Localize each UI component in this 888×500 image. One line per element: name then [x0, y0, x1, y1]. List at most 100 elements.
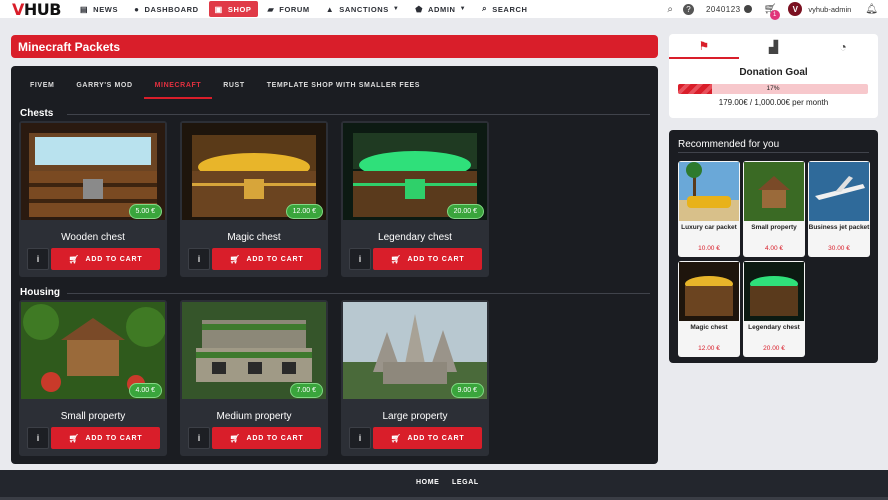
product-card: 20.00 € Legendary chest i 🛒︎ ADD TO CART: [341, 121, 489, 277]
info-button[interactable]: i: [188, 248, 210, 270]
nav-news[interactable]: ▤ NEWS: [74, 1, 124, 17]
info-button[interactable]: i: [27, 248, 49, 270]
top-navbar: VHUB ▤ NEWS ● DASHBOARD ▣ SHOP ▰ FORUM ▲ SANC…: [0, 0, 888, 20]
help-icon[interactable]: ?: [682, 3, 694, 15]
podium-icon[interactable]: ▟: [739, 34, 809, 59]
product-image: [679, 162, 739, 221]
nav-admin[interactable]: ⬟ ADMIN ▼: [409, 1, 472, 17]
divider: [67, 293, 650, 294]
cart-count-badge: 1: [769, 9, 780, 20]
recommended-item[interactable]: Business jet packet 30.00 €: [808, 161, 870, 257]
cart-icon: 🛒︎: [68, 433, 80, 443]
cart-button[interactable]: 🛒︎ 1: [764, 4, 780, 20]
product-name: Small property: [60, 411, 126, 422]
price-badge: 20.00 €: [446, 204, 484, 219]
nav-search[interactable]: ⌕ SEARCH: [476, 1, 533, 17]
price-badge: 12.00 €: [285, 204, 323, 219]
price-badge: 4.00 €: [128, 383, 162, 398]
product-name: Magic chest: [690, 324, 728, 331]
cart-icon: 🛒︎: [390, 433, 402, 443]
product-name: Legendary chest: [378, 232, 452, 243]
divider: [67, 114, 650, 115]
product-image: [744, 162, 804, 221]
category-tabs: FIVEM GARRY'S MOD MINECRAFT RUST TEMPLAT…: [19, 76, 431, 99]
recommended-item[interactable]: Small property 4.00 €: [743, 161, 805, 257]
search-icon[interactable]: ⌕: [667, 4, 673, 15]
cart-icon: 🛒︎: [390, 254, 402, 264]
avatar[interactable]: V: [788, 2, 803, 16]
search-icon: ⌕: [482, 4, 488, 13]
tab-rust[interactable]: RUST: [212, 76, 255, 99]
product-name: Small property: [751, 224, 797, 231]
shop-panel: FIVEM GARRY'S MOD MINECRAFT RUST TEMPLAT…: [11, 66, 658, 464]
product-name: Medium property: [216, 411, 292, 422]
price-badge: 7.00 €: [289, 383, 323, 398]
tab-minecraft[interactable]: MINECRAFT: [143, 76, 213, 99]
section-title-chests: Chests: [20, 108, 54, 119]
shield-icon: ⬟: [415, 4, 423, 14]
product-card: 12.00 € Magic chest i 🛒︎ ADD TO CART: [180, 121, 328, 277]
balance-value: 2040123: [705, 4, 741, 14]
info-button[interactable]: i: [349, 248, 371, 270]
product-card: 5.00 € Wooden chest i 🛒︎ ADD TO CART: [19, 121, 167, 277]
tab-fivem[interactable]: FIVEM: [19, 76, 65, 99]
recommended-item[interactable]: Legendary chest 20.00 €: [743, 261, 805, 357]
product-price: 4.00 €: [764, 245, 784, 252]
recommended-title: Recommended for you: [678, 139, 780, 150]
add-to-cart-button[interactable]: 🛒︎ ADD TO CART: [212, 427, 321, 449]
tab-template-shop[interactable]: TEMPLATE SHOP WITH SMALLER FEES: [256, 76, 431, 99]
add-to-cart-button[interactable]: 🛒︎ ADD TO CART: [51, 427, 160, 449]
donation-title: Donation Goal: [739, 67, 808, 78]
shop-icon: ▣: [214, 4, 223, 14]
flag-icon[interactable]: ⚑: [669, 34, 739, 59]
nav-forum[interactable]: ▰ FORUM: [262, 1, 316, 17]
product-name: Legendary chest: [748, 324, 800, 331]
info-button[interactable]: i: [349, 427, 371, 449]
cart-icon: 🛒︎: [68, 254, 80, 264]
product-price: 12.00 €: [698, 345, 720, 352]
price-badge: 9.00 €: [450, 383, 484, 398]
divider: [678, 152, 869, 153]
username[interactable]: vyhub-admin: [808, 5, 851, 14]
page-title: Minecraft Packets: [18, 39, 121, 54]
recommended-item[interactable]: Luxury car packet 10.00 €: [678, 161, 740, 257]
recommended-item[interactable]: Magic chest 12.00 €: [678, 261, 740, 357]
section-title-housing: Housing: [20, 287, 60, 298]
product-name: Magic chest: [227, 232, 281, 243]
add-to-cart-button[interactable]: 🛒︎ ADD TO CART: [373, 248, 482, 270]
donation-progress-bar: 17%: [678, 84, 868, 94]
nav-dashboard[interactable]: ● DASHBOARD: [128, 1, 205, 17]
add-to-cart-button[interactable]: 🛒︎ ADD TO CART: [51, 248, 160, 270]
page-title-bar: Minecraft Packets: [11, 35, 658, 58]
info-button[interactable]: i: [27, 427, 49, 449]
add-to-cart-button[interactable]: 🛒︎ ADD TO CART: [373, 427, 482, 449]
logo[interactable]: VHUB: [12, 0, 74, 19]
user-icon: ●: [134, 4, 140, 14]
coin-icon: [743, 5, 752, 13]
product-card: 4.00 € Small property i 🛒︎ ADD TO CART: [19, 300, 167, 456]
product-card: 7.00 € Medium property i 🛒︎ ADD TO CART: [180, 300, 328, 456]
price-badge: 5.00 €: [128, 204, 162, 219]
footer: HOME LEGAL: [0, 470, 888, 500]
nav-shop[interactable]: ▣ SHOP: [208, 1, 258, 17]
clock-icon[interactable]: ◔: [808, 34, 878, 59]
product-name: Large property: [382, 411, 448, 422]
donation-widget: ⚑ ▟ ◔ Donation Goal 17% 179.00€ / 1,000.…: [669, 34, 878, 118]
product-price: 20.00 €: [763, 345, 785, 352]
product-name: Wooden chest: [61, 232, 125, 243]
nav-sanctions[interactable]: ▲ SANCTIONS ▼: [320, 1, 406, 17]
footer-link-home[interactable]: HOME: [416, 479, 439, 486]
chevron-down-icon: ▼: [392, 6, 400, 12]
cart-icon: 🛒︎: [229, 433, 241, 443]
info-button[interactable]: i: [188, 427, 210, 449]
product-image: [679, 262, 739, 321]
add-to-cart-button[interactable]: 🛒︎ ADD TO CART: [212, 248, 321, 270]
product-price: 30.00 €: [828, 245, 850, 252]
chat-icon: ▰: [267, 4, 275, 14]
tab-garrys-mod[interactable]: GARRY'S MOD: [65, 76, 143, 99]
product-price: 10.00 €: [698, 245, 720, 252]
bell-icon[interactable]: 🔔︎: [865, 4, 878, 15]
footer-link-legal[interactable]: LEGAL: [452, 479, 479, 486]
progress-label: 17%: [766, 85, 780, 92]
product-name: Business jet packet: [808, 224, 870, 231]
